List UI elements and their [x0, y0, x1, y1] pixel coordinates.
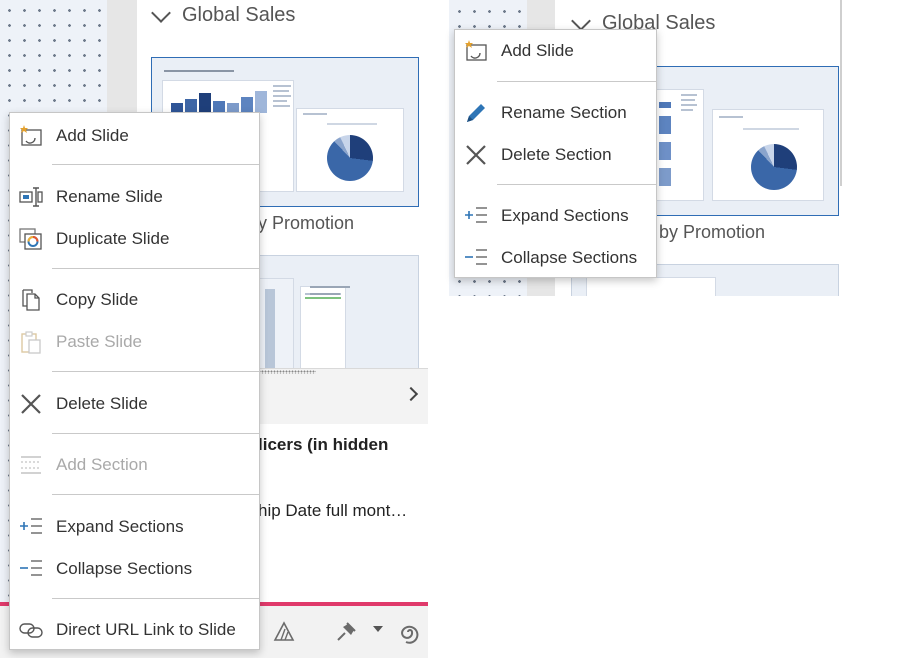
menu-item-label: Add Slide	[56, 126, 129, 145]
menu-separator	[52, 371, 259, 372]
scrollbar[interactable]	[840, 0, 842, 186]
thumbnail-pie-chart	[296, 108, 404, 192]
menu-item-label: Add Slide	[501, 41, 574, 60]
add-slide-icon	[463, 38, 489, 64]
menu-item-delete-section[interactable]: Delete Section	[455, 135, 656, 175]
menu-separator	[52, 598, 259, 599]
delete-x-icon	[18, 391, 44, 417]
menu-separator	[52, 433, 259, 434]
menu-separator	[497, 184, 656, 185]
menu-item-expand-sections[interactable]: Expand Sections	[455, 196, 656, 236]
menu-separator	[52, 268, 259, 269]
menu-separator	[52, 494, 259, 495]
slide-context-menu: Add Slide Rename Slide Duplicate Slide C…	[9, 112, 260, 650]
thumbnail-pie-chart	[712, 109, 824, 201]
chevron-down-icon	[571, 10, 591, 31]
pencil-icon	[463, 100, 489, 126]
menu-item-label: Delete Section	[501, 145, 612, 164]
menu-item-paste-slide[interactable]: Paste Slide	[10, 322, 259, 362]
resize-grip[interactable]	[258, 370, 316, 374]
menu-item-label: Collapse Sections	[501, 248, 638, 267]
menu-item-label: Collapse Sections	[56, 559, 193, 578]
thumbnail-table	[300, 286, 346, 369]
menu-item-duplicate-slide[interactable]: Duplicate Slide	[10, 219, 259, 259]
menu-item-collapse-sections[interactable]: Collapse Sections	[10, 549, 259, 589]
menu-item-add-section[interactable]: Add Section	[10, 445, 259, 485]
menu-item-copy-slide[interactable]: Copy Slide	[10, 280, 259, 320]
paste-icon	[18, 329, 44, 355]
add-section-icon	[18, 452, 44, 478]
menu-item-label: Copy Slide	[56, 290, 139, 309]
menu-item-rename-slide[interactable]: Rename Slide	[10, 177, 259, 217]
expand-sections-icon	[463, 203, 489, 229]
slide-caption: by Promotion	[659, 222, 766, 242]
menu-item-label: Expand Sections	[501, 206, 629, 225]
slide-caption: y Promotion	[258, 213, 355, 233]
caret-down-icon[interactable]	[372, 624, 384, 634]
spiral-icon[interactable]	[397, 619, 423, 645]
section-header-label: Global Sales	[182, 4, 296, 26]
menu-item-label: Rename Section	[501, 103, 627, 122]
menu-separator	[52, 164, 259, 165]
collapse-sections-icon	[18, 556, 44, 582]
detail-subtitle: hip Date full mont…	[258, 501, 408, 520]
menu-item-label: Paste Slide	[56, 332, 142, 351]
menu-item-add-slide[interactable]: Add Slide	[10, 116, 259, 156]
section-header[interactable]: Global Sales	[150, 2, 296, 27]
menu-separator	[497, 81, 656, 82]
delete-x-icon	[463, 142, 489, 168]
menu-item-label: Delete Slide	[56, 394, 148, 413]
chevron-down-icon	[151, 2, 171, 23]
thumbnail-title-line	[164, 70, 234, 72]
expand-sections-icon	[18, 514, 44, 540]
menu-item-collapse-sections[interactable]: Collapse Sections	[455, 238, 656, 278]
pin-icon[interactable]	[334, 618, 360, 644]
add-slide-icon	[18, 123, 44, 149]
link-icon	[18, 617, 44, 643]
collapse-sections-icon	[463, 245, 489, 271]
duplicate-slide-icon	[18, 226, 44, 252]
menu-item-direct-url-link[interactable]: Direct URL Link to Slide	[10, 610, 259, 650]
section-context-menu: Add Slide Rename Section Delete Section …	[454, 29, 657, 278]
layers-icon[interactable]	[272, 620, 296, 644]
copy-icon	[18, 287, 44, 313]
menu-item-rename-section[interactable]: Rename Section	[455, 93, 656, 133]
detail-title: licers (in hidden	[258, 435, 389, 454]
menu-item-label: Rename Slide	[56, 187, 163, 206]
menu-item-label: Add Section	[56, 455, 148, 474]
rename-slide-icon	[18, 184, 44, 210]
menu-item-label: Expand Sections	[56, 517, 184, 536]
menu-item-label: Duplicate Slide	[56, 229, 170, 248]
menu-item-add-slide[interactable]: Add Slide	[455, 31, 656, 71]
menu-item-expand-sections[interactable]: Expand Sections	[10, 507, 259, 547]
menu-item-label: Direct URL Link to Slide	[56, 620, 236, 639]
menu-item-delete-slide[interactable]: Delete Slide	[10, 384, 259, 424]
